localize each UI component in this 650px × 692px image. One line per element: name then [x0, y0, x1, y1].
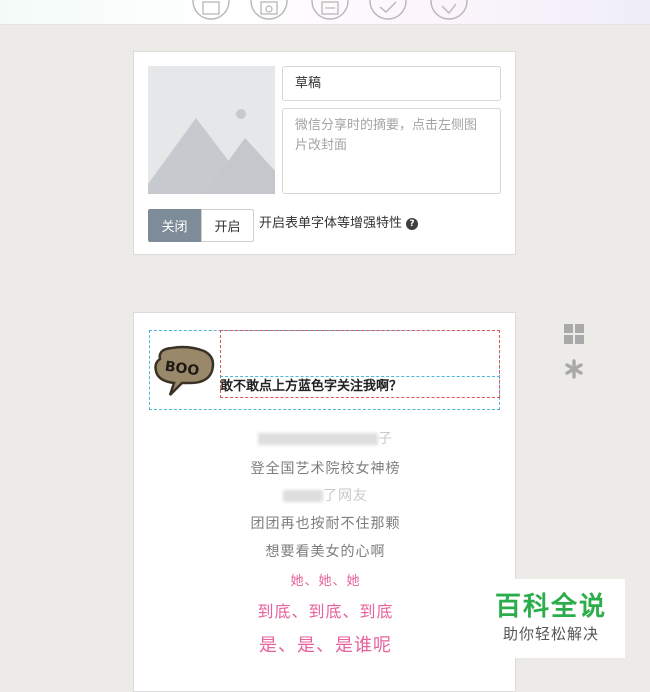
toggle-off-button[interactable]: 关闭	[148, 209, 201, 242]
blurred-text	[283, 490, 323, 502]
text-line-7: 到底、到底、到底	[257, 602, 394, 621]
check-circle-icon[interactable]	[369, 0, 407, 20]
editor-content-card[interactable]: BOO 敢不敢点上方蓝色字关注我啊？ 子 登全国艺术院校女神榜 了网友 团团再也…	[133, 312, 516, 692]
watermark-title: 百科全说	[494, 592, 607, 622]
text-line-3: 了网友	[134, 485, 517, 505]
toggle-on-button[interactable]: 开启	[201, 209, 254, 242]
boo-sticker-icon: BOO	[154, 345, 215, 396]
image-frame-icon[interactable]	[192, 0, 230, 20]
watermark-subtitle: 助你轻松解决	[502, 625, 599, 643]
grid-icon[interactable]	[563, 323, 585, 345]
article-settings-card: 草稿 微信分享时的摘要，点击左侧图片改封面 关闭 开启 开启表单字体等增强特性?	[133, 51, 516, 255]
text-line-6: 她、她、她	[290, 574, 361, 589]
top-toolbar	[0, 0, 650, 25]
watermark-logo: 百科全说 助你轻松解决	[477, 579, 625, 658]
media-icon[interactable]	[250, 0, 288, 20]
divider	[220, 376, 500, 377]
text-line-5: 想要看美女的心啊	[265, 544, 386, 560]
feature-label-text: 开启表单字体等增强特性	[259, 216, 403, 231]
summary-textarea[interactable]: 微信分享时的摘要，点击左侧图片改封面	[282, 108, 501, 194]
feature-label: 开启表单字体等增强特性?	[259, 214, 419, 234]
text-line-4: 团团再也按耐不住那颗	[250, 516, 401, 532]
text-line-2: 登全国艺术院校女神榜	[250, 461, 401, 477]
image-placeholder-icon	[148, 66, 275, 194]
sticker-headline-block[interactable]: BOO 敢不敢点上方蓝色字关注我啊？	[149, 330, 500, 410]
line-text: 了网友	[323, 488, 368, 504]
text-line-1: 子	[134, 428, 517, 448]
asterisk-icon[interactable]	[563, 358, 585, 380]
help-icon[interactable]: ?	[406, 218, 419, 230]
line-text: 子	[378, 431, 393, 447]
text-line-8: 是、是、是谁呢	[259, 635, 392, 656]
title-input[interactable]: 草稿	[282, 66, 501, 101]
save-icon[interactable]	[311, 0, 349, 20]
check-circle-icon[interactable]	[430, 0, 468, 20]
headline-text: 敢不敢点上方蓝色字关注我啊？	[220, 379, 403, 394]
enhance-toggle: 关闭 开启	[148, 209, 254, 242]
cover-image-placeholder[interactable]	[148, 66, 275, 194]
blurred-text	[258, 433, 378, 445]
